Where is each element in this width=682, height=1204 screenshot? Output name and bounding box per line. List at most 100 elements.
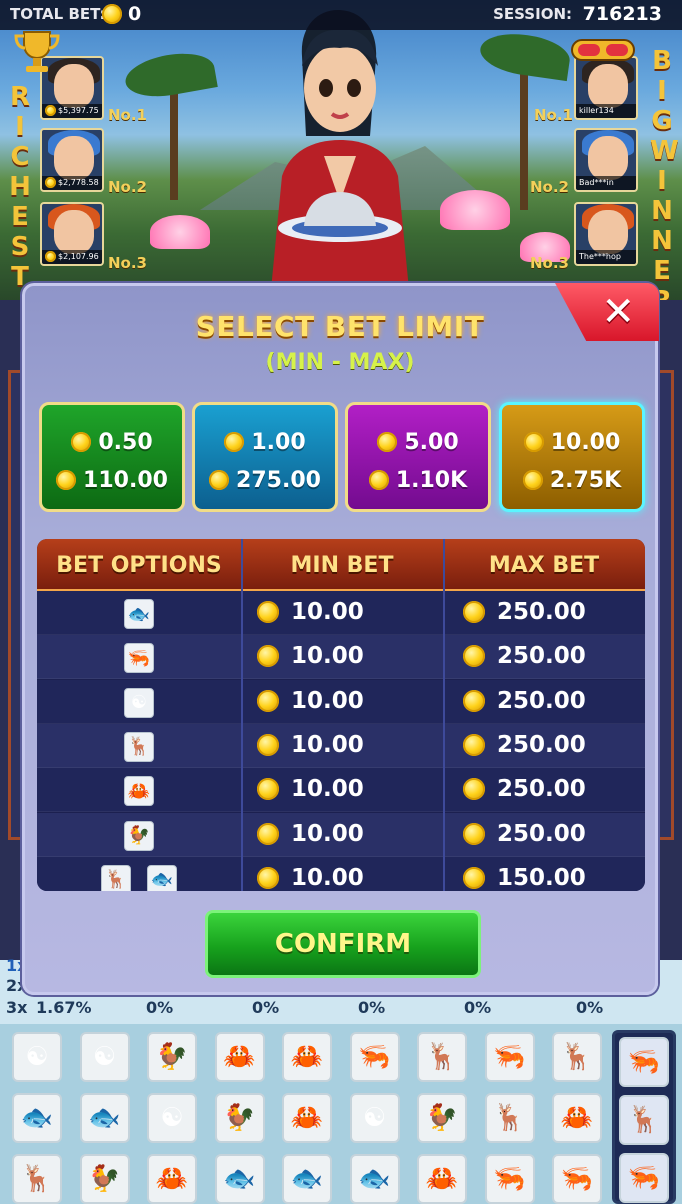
limit-max: 1.10K <box>395 467 468 493</box>
board-tile[interactable]: 🐓 <box>147 1032 197 1082</box>
max-bet-cell: 250.00 <box>463 821 586 847</box>
coin-icon <box>463 866 485 889</box>
big-winner-avatar[interactable]: The***hop <box>574 202 638 266</box>
max-bet-cell-value: 250.00 <box>497 731 586 758</box>
min-bet-cell-value: 10.00 <box>291 643 364 670</box>
richest-avatar[interactable]: $2,107.96 <box>40 202 104 266</box>
board-tile-highlighted[interactable]: 🦐 <box>619 1037 669 1087</box>
board-tile[interactable]: 🦐 <box>484 1154 535 1204</box>
coin-icon <box>377 432 398 452</box>
bet-limits-table: BET OPTIONS MIN BET MAX BET 🐟 10.00 250.00… <box>37 539 645 891</box>
avatar-face <box>54 210 94 254</box>
board-tile[interactable]: 🦀 <box>282 1032 332 1082</box>
coin-icon <box>257 733 279 756</box>
board-tile[interactable]: ☯ <box>12 1032 62 1082</box>
coin-icon <box>257 866 279 889</box>
min-bet-cell: 10.00 <box>257 865 364 891</box>
coin-icon <box>71 432 92 452</box>
coin-icon <box>522 470 543 490</box>
min-bet-cell-value: 10.00 <box>291 599 364 625</box>
board-tile[interactable]: 🦀 <box>214 1032 265 1082</box>
bet-option-cell: 🐟 <box>37 599 241 629</box>
limit-min: 0.50 <box>98 429 153 455</box>
min-bet-cell: 10.00 <box>257 643 364 669</box>
tile-board-highlight-column: 🦐 🦌 🦐 <box>612 1030 676 1204</box>
coin-icon <box>45 177 56 188</box>
board-tile[interactable]: ☯ <box>349 1093 400 1143</box>
richest-avatar[interactable]: $2,778.58 <box>40 128 104 192</box>
board-tile[interactable]: 🐟 <box>12 1093 62 1143</box>
board-tile[interactable]: 🐟 <box>282 1154 332 1204</box>
table-row: ☯ 10.00 250.00 <box>37 679 645 724</box>
max-bet-cell-value: 250.00 <box>497 643 586 670</box>
limit-max: 2.75K <box>549 467 622 493</box>
board-tile[interactable]: 🦐 <box>349 1032 400 1082</box>
max-bet-cell-value: 150.00 <box>497 864 586 891</box>
deer-icon: 🦌 <box>101 864 131 891</box>
board-tile[interactable]: 🐓 <box>214 1093 265 1143</box>
coin-icon <box>523 432 544 452</box>
min-bet-cell: 10.00 <box>257 599 364 625</box>
min-bet-cell: 10.00 <box>257 732 364 758</box>
bet-option-cell: ☯ <box>37 687 241 718</box>
limit-max: 275.00 <box>236 467 321 493</box>
bet-limit-option-1[interactable]: 0.50 110.00 <box>39 402 185 512</box>
table-row: 🦌 10.00 250.00 <box>37 723 645 768</box>
bet-limit-option-4-selected[interactable]: 10.00 2.75K <box>499 402 645 512</box>
board-tile[interactable]: 🦌 <box>484 1093 535 1143</box>
big-winner-name: Bad***in <box>576 176 636 190</box>
table-row: 🐟 10.00 250.00 <box>37 591 645 635</box>
board-tile[interactable]: 🦌 <box>417 1032 467 1082</box>
table-row: 🐓 10.00 250.00 <box>37 812 645 857</box>
board-tile[interactable]: 🦐 <box>552 1154 602 1204</box>
big-winner-avatar[interactable]: killer134 <box>574 56 638 120</box>
close-icon: ✕ <box>601 289 635 335</box>
avatar-face <box>588 210 628 254</box>
big-winner-name: The***hop <box>576 250 636 264</box>
avatar-face <box>588 136 628 180</box>
coin-icon <box>209 470 230 490</box>
richest-amount: $2,107.96 <box>42 250 102 264</box>
board-tile[interactable]: 🦌 <box>12 1154 62 1204</box>
coin-icon <box>45 251 56 262</box>
big-winner-name: killer134 <box>576 104 636 118</box>
bet-limit-option-3[interactable]: 5.00 1.10K <box>345 402 491 512</box>
bet-option-cell: 🦐 <box>37 643 241 674</box>
big-winner-avatar[interactable]: Bad***in <box>574 128 638 192</box>
board-tile[interactable]: 🦀 <box>417 1154 467 1204</box>
rank-label: No.1 <box>534 106 573 124</box>
bet-limit-option-2[interactable]: 1.00 275.00 <box>192 402 338 512</box>
min-bet-cell: 10.00 <box>257 776 364 802</box>
odds-row-3x: 3x 1.67% 0% 0% 0% 0% 0% <box>6 998 604 1017</box>
board-tile[interactable]: 🦐 <box>484 1032 535 1082</box>
confirm-label: CONFIRM <box>274 929 412 959</box>
deer-icon: 🦌 <box>124 731 154 762</box>
board-tile[interactable]: 🦌 <box>552 1032 602 1082</box>
board-tile[interactable]: 🐓 <box>79 1154 130 1204</box>
header-min-bet: MIN BET <box>290 553 394 578</box>
max-bet-cell: 250.00 <box>463 599 586 625</box>
coin-icon <box>463 822 485 845</box>
board-tile[interactable]: 🦀 <box>147 1154 197 1204</box>
coin-icon <box>45 105 56 116</box>
board-tile[interactable]: 🐟 <box>349 1154 400 1204</box>
board-tile[interactable]: 🦀 <box>552 1093 602 1143</box>
board-tile[interactable]: 🐓 <box>417 1093 467 1143</box>
limit-min: 1.00 <box>251 429 306 455</box>
coin-icon <box>368 470 389 490</box>
rank-label: No.3 <box>530 254 569 272</box>
total-bet-value: 0 <box>128 3 142 25</box>
coin-icon <box>257 645 279 668</box>
coin-icon <box>257 601 279 623</box>
board-tile[interactable]: 🐟 <box>79 1093 130 1143</box>
board-tile[interactable]: 🦀 <box>282 1093 332 1143</box>
coin-icon <box>463 689 485 712</box>
board-tile-highlighted[interactable]: 🦌 <box>619 1095 669 1145</box>
min-bet-cell-value: 10.00 <box>291 687 364 714</box>
bet-option-cell: 🦌 <box>37 731 241 762</box>
board-tile[interactable]: ☯ <box>79 1032 130 1082</box>
board-tile[interactable]: 🐟 <box>214 1154 265 1204</box>
board-tile[interactable]: ☯ <box>147 1093 197 1143</box>
board-tile-highlighted[interactable]: 🦐 <box>619 1153 669 1203</box>
confirm-button[interactable]: CONFIRM <box>205 910 481 978</box>
